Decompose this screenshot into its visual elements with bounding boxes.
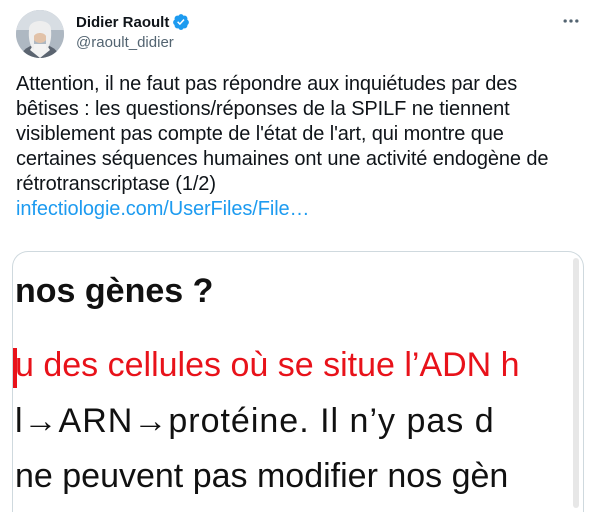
tweet-media[interactable]: nos gènes ? u des cellules où se situe l… [12,251,584,512]
media-scrollbar[interactable] [573,258,579,508]
verified-badge-icon [172,13,190,31]
avatar[interactable] [16,10,64,58]
tweet-body: Attention, il ne faut pas répondre aux i… [16,72,584,222]
name-row: Didier Raoult [76,12,190,32]
more-options-icon[interactable] [560,10,582,32]
tweet-link[interactable]: infectiologie.com/UserFiles/File… [16,198,310,220]
slide-line-1: nos gènes ? [15,272,214,310]
tweet: Didier Raoult @raoult_didier Attention, … [0,0,596,512]
slide-line-4: ne peuvent pas modifier nos gèn [15,457,509,495]
author-handle[interactable]: @raoult_didier [76,34,190,51]
author-display-name[interactable]: Didier Raoult [76,14,169,31]
avatar-image [16,10,64,58]
slide-line-2: u des cellules où se situe l’ADN h [15,346,520,384]
slide-line-3: l→ARN→protéine. Il n’y pas d [15,402,495,440]
tweet-text: Attention, il ne faut pas répondre aux i… [16,73,549,195]
tweet-header: Didier Raoult @raoult_didier [76,12,190,51]
